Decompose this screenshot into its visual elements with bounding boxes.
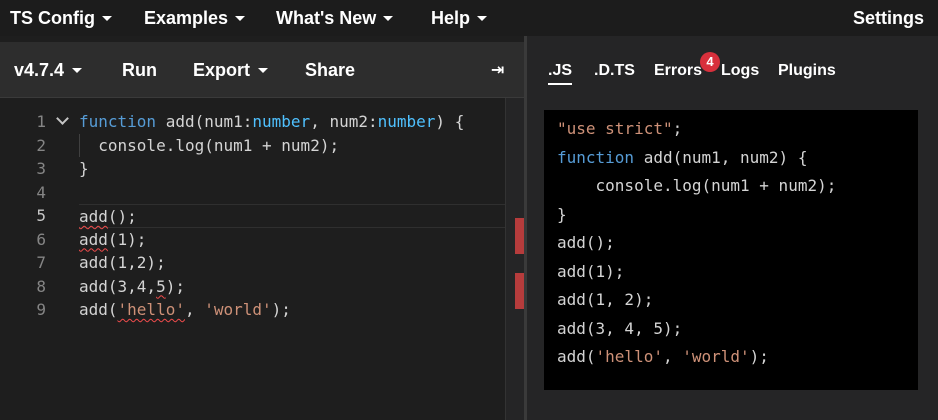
js-output: "use strict"; function add(num1, num2) {… xyxy=(544,110,918,390)
chevron-down-icon xyxy=(235,15,246,21)
chevron-down-icon xyxy=(258,67,269,73)
code-lines[interactable]: function add(num1:number, num2:number) {… xyxy=(79,110,505,322)
export-label: Export xyxy=(193,59,251,80)
line-number: 6 xyxy=(36,229,46,249)
code-line: console.log(num1 + num2); xyxy=(79,133,505,157)
tab-js[interactable]: .JS xyxy=(548,62,573,85)
output-line: add('hello', 'world'); xyxy=(557,347,769,366)
tab-errors[interactable]: Errors xyxy=(654,62,702,80)
code-line: function add(num1:number, num2:number) { xyxy=(79,112,465,131)
line-number: 8 xyxy=(36,276,46,296)
nav-whats-new-label: What's New xyxy=(276,7,377,28)
nav-examples[interactable]: Examples xyxy=(144,0,246,36)
chevron-down-icon xyxy=(101,15,112,21)
code-line-current: add(); xyxy=(79,204,505,228)
line-number: 9 xyxy=(36,300,46,319)
code-line: add(3,4,5); xyxy=(79,276,185,296)
line-number-active: 5 xyxy=(36,206,46,225)
version-select[interactable]: v4.7.4 xyxy=(14,42,83,98)
line-gutter: 1 2 3 4 5 6 7 8 9 xyxy=(0,110,70,322)
errors-count-badge: 4 xyxy=(700,52,720,72)
collapse-pane-icon[interactable]: ⇥ xyxy=(491,42,504,98)
nav-settings[interactable]: Settings xyxy=(853,0,924,36)
nav-whats-new[interactable]: What's New xyxy=(276,0,394,36)
nav-ts-config-label: TS Config xyxy=(10,7,95,28)
line-number: 1 xyxy=(0,110,70,134)
version-label: v4.7.4 xyxy=(14,59,65,80)
output-line: add(1, 2); xyxy=(557,290,654,309)
code-line: add(1); xyxy=(79,229,147,249)
nav-examples-label: Examples xyxy=(144,7,229,28)
tab-dts[interactable]: .D.TS xyxy=(594,62,635,80)
output-pane: .JS .D.TS Errors 4 Logs Plugins "use str… xyxy=(527,36,938,420)
fold-chevron-icon[interactable] xyxy=(56,114,68,126)
code-editor[interactable]: 1 2 3 4 5 6 7 8 9 function add(num1:numb… xyxy=(0,98,525,420)
tab-logs[interactable]: Logs xyxy=(721,62,759,80)
output-line: add(3, 4, 5); xyxy=(557,318,683,338)
run-button[interactable]: Run xyxy=(122,42,157,98)
nav-help[interactable]: Help xyxy=(431,0,488,36)
editor-pane: v4.7.4 Run Export Share ⇥ 1 2 3 4 5 6 7 … xyxy=(0,36,525,420)
output-line: } xyxy=(557,204,567,224)
export-button[interactable]: Export xyxy=(193,42,269,98)
line-number: 3 xyxy=(36,159,46,178)
line-number: 2 xyxy=(36,135,46,155)
nav-help-label: Help xyxy=(431,7,471,28)
editor-scrollbar[interactable] xyxy=(505,98,525,420)
tab-plugins[interactable]: Plugins xyxy=(778,62,836,80)
share-button[interactable]: Share xyxy=(305,42,355,98)
chevron-down-icon xyxy=(383,15,394,21)
editor-toolbar: v4.7.4 Run Export Share ⇥ xyxy=(0,42,524,98)
code-line: add(1,2); xyxy=(79,253,166,272)
code-line: } xyxy=(79,159,89,178)
output-line: function add(num1, num2) { xyxy=(557,147,808,167)
nav-ts-config[interactable]: TS Config xyxy=(10,0,112,36)
output-line: add(1); xyxy=(557,261,625,281)
line-number-text: 1 xyxy=(36,112,46,131)
output-line: "use strict"; xyxy=(557,119,683,138)
code-line: add('hello', 'world'); xyxy=(79,300,291,319)
output-line: add(); xyxy=(557,233,615,252)
line-number: 7 xyxy=(36,253,46,272)
output-tabs: .JS .D.TS Errors 4 Logs Plugins xyxy=(527,36,938,106)
chevron-down-icon xyxy=(72,67,83,73)
top-nav: TS Config Examples What's New Help Setti… xyxy=(0,0,938,36)
indent-guide xyxy=(79,133,80,157)
output-line: console.log(num1 + num2); xyxy=(557,176,837,195)
line-number: 4 xyxy=(36,182,46,202)
chevron-down-icon xyxy=(477,15,488,21)
